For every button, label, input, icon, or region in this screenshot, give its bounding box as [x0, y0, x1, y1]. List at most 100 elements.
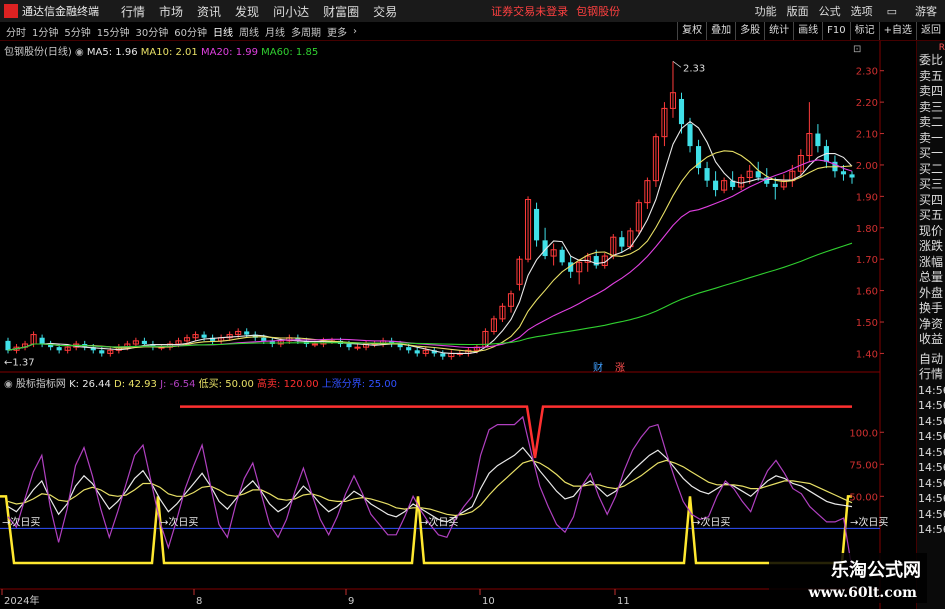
panel-item[interactable]: 买三 [917, 177, 945, 193]
chevron-right-icon[interactable]: › [353, 26, 357, 37]
candle-body [99, 350, 105, 354]
ma5-line [7, 120, 853, 354]
date-tick-label: 11 [617, 596, 630, 607]
ma20-legend: MA20: 1.99 [200, 47, 258, 58]
panel-item[interactable]: 卖二 [917, 115, 945, 131]
candle-body [849, 174, 855, 178]
period-30min[interactable]: 30分钟 [135, 24, 168, 39]
menu-discover[interactable]: 发现 [235, 3, 259, 20]
buy-signal-label: →次日买 [2, 515, 40, 528]
menu-quotes[interactable]: 行情 [121, 3, 145, 20]
watermark-url: www.60lt.com [808, 585, 917, 601]
period-weekly[interactable]: 周线 [239, 24, 259, 39]
trade-time: 14:56 [918, 430, 945, 443]
trade-time: 14:56 [918, 461, 945, 474]
menu-formula[interactable]: 公式 [819, 3, 841, 19]
candle-body [815, 133, 821, 147]
price-tick-label: 1.80 [856, 224, 878, 235]
high-sell-line [180, 405, 852, 459]
period-more[interactable]: 更多 [327, 24, 347, 39]
menu-layout[interactable]: 版面 [787, 3, 809, 19]
rise-line-legend: 上涨分界: 25.00 [321, 379, 397, 390]
menu-options[interactable]: 选项 [851, 3, 873, 19]
window-controls-icon[interactable]: ▭ [887, 5, 897, 18]
period-monthly[interactable]: 月线 [265, 24, 285, 39]
ma20-line [7, 159, 853, 351]
panel-item[interactable]: 总量 [917, 270, 945, 286]
btn-f10[interactable]: F10 [822, 22, 849, 40]
j-legend: J: -6.54 [160, 379, 196, 390]
btn-back[interactable]: 返回 [916, 22, 945, 40]
buy-signal-label: →次日买 [850, 515, 888, 528]
btn-overlay[interactable]: 叠加 [706, 22, 735, 40]
btn-mark[interactable]: 标记 [849, 22, 879, 40]
panel-item[interactable]: 委比 [917, 53, 945, 69]
stock-name-header: 包钢股份 [576, 5, 621, 18]
panel-item[interactable]: 行情 [917, 367, 945, 383]
panel-item[interactable]: 买一 [917, 146, 945, 162]
panel-item[interactable]: 收益 [917, 332, 945, 348]
candle-body [840, 171, 847, 175]
price-tick-label: 1.50 [856, 318, 878, 329]
period-multi[interactable]: 多周期 [291, 24, 321, 39]
panel-item[interactable]: 换手 [917, 301, 945, 317]
date-tick-label: 10 [482, 596, 495, 607]
panel-item[interactable]: 买五 [917, 208, 945, 224]
btn-multi-stock[interactable]: 多股 [735, 22, 764, 40]
panel-item[interactable]: 涨跌 [917, 239, 945, 255]
period-intraday[interactable]: 分时 [6, 24, 26, 39]
candle-body [5, 340, 11, 351]
candle-body [39, 337, 45, 345]
btn-draw[interactable]: 画线 [793, 22, 822, 40]
title-bar: 通达信金融终端 行情 市场 资讯 发现 问小达 财富圈 交易 证券交易未登录 包… [0, 0, 945, 23]
candle-body [440, 353, 446, 357]
candle-body [619, 237, 625, 247]
login-notice[interactable]: 证券交易未登录 [491, 3, 568, 19]
btn-stats[interactable]: 统计 [764, 22, 793, 40]
price-tick-label: 1.90 [856, 192, 878, 203]
panel-item[interactable]: 自动 [917, 352, 945, 368]
panel-item[interactable]: 卖五 [917, 69, 945, 85]
trade-time: 14:56 [918, 399, 945, 412]
panel-item[interactable]: 卖一 [917, 131, 945, 147]
trade-time: 14:56 [918, 523, 945, 536]
menu-ask[interactable]: 问小达 [273, 3, 309, 20]
settings-icon[interactable]: ◉ [4, 379, 13, 390]
panel-item[interactable]: 卖四 [917, 84, 945, 100]
menu-market[interactable]: 市场 [159, 3, 183, 20]
low-price-label: ←1.37 [4, 357, 35, 368]
panel-item[interactable]: 现价 [917, 224, 945, 240]
panel-item[interactable]: 卖三 [917, 100, 945, 116]
menu-guest[interactable]: 游客 [915, 3, 937, 19]
menu-trade[interactable]: 交易 [373, 3, 397, 20]
period-60min[interactable]: 60分钟 [174, 24, 207, 39]
candle-body [244, 331, 250, 335]
low-buy-line [0, 495, 852, 565]
menu-wealth[interactable]: 财富圈 [323, 3, 359, 20]
menu-function[interactable]: 功能 [755, 3, 777, 19]
btn-adjust[interactable]: 复权 [677, 22, 706, 40]
high-sell-legend: 高卖: 120.00 [257, 379, 319, 390]
period-1min[interactable]: 1分钟 [32, 24, 58, 39]
panel-item[interactable]: 外盘 [917, 286, 945, 302]
trade-time: 14:56 [918, 383, 945, 397]
panel-item[interactable]: 净资 [917, 317, 945, 333]
chart-area[interactable]: 2.30 2.20 2.10 2.00 1.90 1.80 1.70 1.60 1.50 1.40… [0, 41, 917, 609]
candle-body [559, 249, 565, 263]
period-daily[interactable]: 日线 [213, 24, 233, 39]
buy-signal-label: →次日买 [420, 515, 458, 528]
panel-item[interactable]: 买二 [917, 162, 945, 178]
menu-news[interactable]: 资讯 [197, 3, 221, 20]
d-legend: D: 42.93 [114, 379, 157, 390]
panel-item[interactable]: 买四 [917, 193, 945, 209]
date-tick-label: 9 [348, 596, 354, 607]
candle-body [678, 98, 685, 125]
settings-icon[interactable]: ◉ [75, 47, 84, 58]
btn-add-watchlist[interactable]: +自选 [878, 22, 916, 40]
expand-icon[interactable]: ⊡ [853, 44, 861, 55]
panel-item[interactable]: 涨幅 [917, 255, 945, 271]
finance-marker: 财 [593, 361, 603, 374]
trade-time: 14:56 [918, 445, 945, 459]
period-15min[interactable]: 15分钟 [97, 24, 130, 39]
period-5min[interactable]: 5分钟 [64, 24, 90, 39]
